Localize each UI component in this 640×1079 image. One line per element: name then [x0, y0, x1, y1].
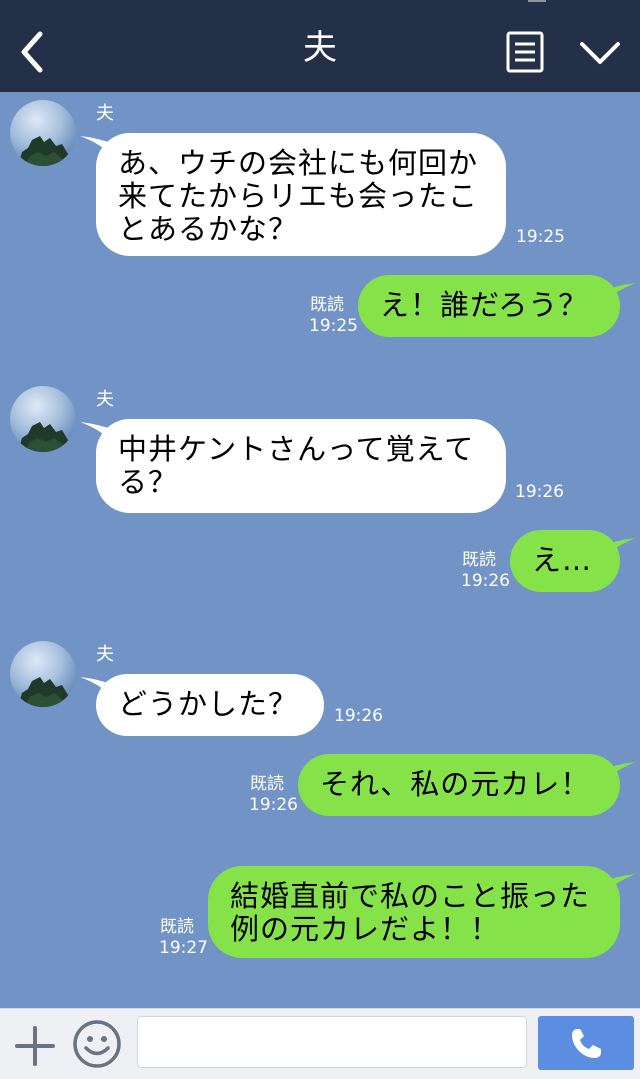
timestamp: 19:26 [461, 571, 510, 591]
timestamp: 19:27 [159, 938, 208, 958]
collapse-button[interactable] [578, 36, 622, 70]
tree-photo-icon [18, 677, 70, 707]
timestamp: 19:26 [249, 795, 298, 815]
chat-header: 夫 [0, 0, 640, 92]
message-bubble: 結婚直前で私のこと振った 例の元カレだよ！！ [208, 866, 620, 958]
read-receipt: 既読 [250, 774, 284, 794]
message-bubble: え… [510, 530, 620, 592]
chevron-down-icon [580, 42, 620, 64]
input-bar [0, 1008, 640, 1079]
message-bubble: あ、ウチの会社にも何回か 来てたからリエも会ったこ とあるかな？ [96, 133, 506, 256]
sender-name: 夫 [96, 644, 114, 665]
menu-button[interactable] [505, 30, 545, 74]
emoji-button[interactable] [72, 1019, 122, 1069]
timestamp: 19:26 [334, 706, 383, 726]
chat-title: 夫 [303, 28, 337, 68]
message-input[interactable] [137, 1016, 527, 1068]
read-receipt: 既読 [462, 550, 496, 570]
avatar[interactable] [10, 386, 76, 452]
avatar[interactable] [10, 641, 76, 707]
avatar[interactable] [10, 100, 76, 166]
timestamp: 19:26 [515, 482, 564, 502]
chevron-left-icon [21, 31, 43, 73]
call-button[interactable] [538, 1016, 634, 1070]
plus-button[interactable] [14, 1025, 56, 1067]
sender-name: 夫 [96, 103, 114, 124]
plus-icon [15, 1026, 55, 1066]
message-bubble: 中井ケントさんって覚えて る？ [96, 419, 506, 513]
read-receipt: 既読 [160, 917, 194, 937]
read-receipt: 既読 [310, 295, 344, 315]
smiley-icon [73, 1020, 121, 1068]
back-button[interactable] [16, 30, 48, 74]
message-bubble: それ、私の元カレ！ [298, 754, 620, 816]
message-bubble: え！誰だろう？ [358, 275, 620, 337]
tree-photo-icon [18, 136, 70, 166]
status-bar-edge [528, 0, 546, 2]
phone-icon [572, 1029, 601, 1058]
list-icon [506, 31, 544, 73]
message-bubble: どうかした？ [96, 674, 324, 736]
timestamp: 19:25 [309, 316, 358, 336]
sender-name: 夫 [96, 389, 114, 410]
tree-photo-icon [18, 422, 70, 452]
timestamp: 19:25 [516, 227, 565, 247]
